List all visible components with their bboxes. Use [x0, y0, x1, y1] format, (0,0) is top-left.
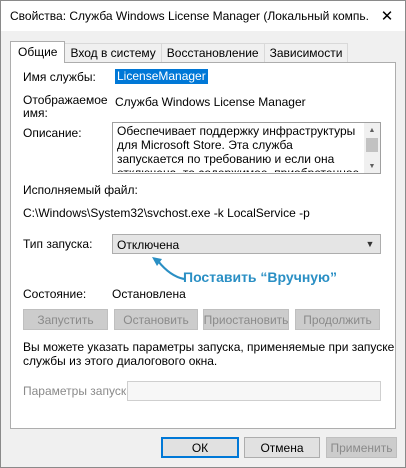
exe-path-value[interactable]: C:\Windows\System32\svchost.exe -k Local… [23, 206, 310, 220]
display-name-value[interactable]: Служба Windows License Manager [115, 95, 306, 109]
general-tab-panel: Имя службы: LicenseManager Отображаемое … [10, 62, 396, 429]
description-scrollbar[interactable]: ▲ ▼ [364, 123, 380, 173]
tab-recovery[interactable]: Восстановление [160, 43, 265, 63]
startup-type-label: Тип запуска: [23, 237, 93, 251]
pause-button[interactable]: Приостановить [203, 309, 289, 330]
exe-label: Исполняемый файл: [23, 183, 138, 197]
display-name-label: Отображаемое имя: [23, 93, 108, 120]
annotation-text: Поставить “Вручную” [183, 269, 338, 285]
startup-type-select[interactable]: Отключена ▼ [112, 234, 381, 254]
scroll-thumb[interactable] [366, 138, 378, 152]
annotation-arrow-icon [152, 257, 185, 281]
service-name-value[interactable]: LicenseManager [115, 69, 208, 84]
description-box[interactable]: Обеспечивает поддержку инфраструктуры дл… [112, 122, 381, 174]
tab-strip: Общие Вход в систему Восстановление Зави… [10, 41, 349, 63]
ok-button[interactable]: ОК [161, 437, 239, 458]
cancel-button[interactable]: Отмена [244, 437, 320, 458]
window-title: Свойства: Служба Windows License Manager… [10, 9, 370, 23]
stop-button[interactable]: Остановить [114, 309, 198, 330]
tab-dependencies[interactable]: Зависимости [263, 43, 349, 63]
close-icon[interactable]: ✕ [369, 1, 405, 31]
tab-general[interactable]: Общие [10, 41, 66, 63]
startup-type-value: Отключена [117, 238, 180, 252]
tab-logon[interactable]: Вход в систему [64, 43, 162, 63]
title-bar: Свойства: Служба Windows License Manager… [1, 1, 405, 31]
scroll-down-icon[interactable]: ▼ [364, 159, 380, 173]
service-properties-dialog: Свойства: Служба Windows License Manager… [0, 0, 406, 468]
service-name-label: Имя службы: [23, 70, 96, 84]
description-label: Описание: [23, 126, 82, 140]
start-params-input[interactable] [127, 381, 381, 401]
hint-line-2: службы из этого диалогового окна. [23, 354, 218, 368]
start-params-label: Параметры запуска: [23, 384, 137, 398]
chevron-down-icon[interactable]: ▼ [363, 235, 377, 253]
resume-button[interactable]: Продолжить [295, 309, 380, 330]
start-button[interactable]: Запустить [23, 309, 108, 330]
apply-button[interactable]: Применить [326, 437, 397, 458]
status-value: Остановлена [112, 287, 186, 301]
hint-line-1: Вы можете указать параметры запуска, при… [23, 340, 395, 354]
scroll-up-icon[interactable]: ▲ [364, 123, 380, 137]
status-label: Состояние: [23, 287, 87, 301]
description-text: Обеспечивает поддержку инфраструктуры дл… [117, 124, 359, 172]
